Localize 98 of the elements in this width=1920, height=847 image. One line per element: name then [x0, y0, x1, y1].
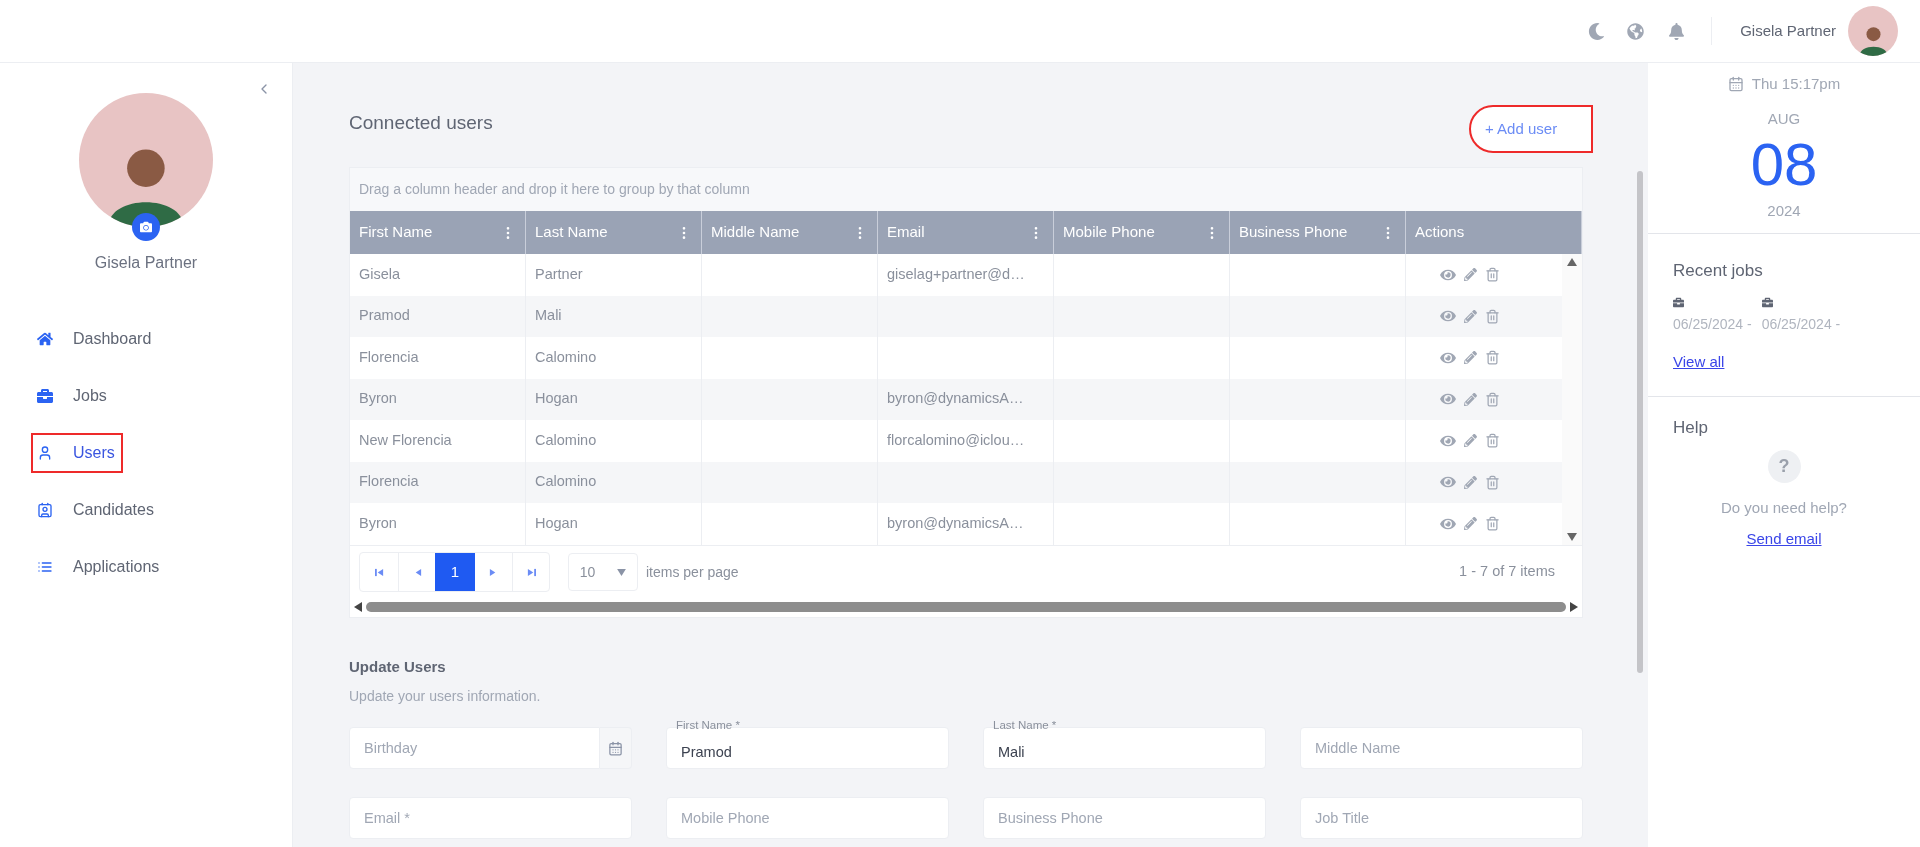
list-icon [37, 559, 53, 575]
view-icon[interactable] [1440, 267, 1456, 282]
table-cell-text: Gisela [359, 264, 401, 284]
current-time: Thu 15:17pm [1751, 74, 1841, 94]
nav-item[interactable]: Dashboard [33, 321, 158, 357]
dropdown-icon [617, 568, 626, 576]
calendar-icon [1727, 76, 1744, 93]
table-cell-text: Florencia [359, 472, 419, 492]
avatar [1848, 6, 1898, 56]
form-title: Update Users [349, 656, 447, 677]
delete-icon[interactable] [1485, 308, 1500, 324]
view-icon[interactable] [1440, 433, 1456, 448]
vertical-scrollbar[interactable] [1562, 254, 1582, 545]
table-cell-text: florcalomino@iclou… [887, 430, 1025, 450]
view-icon[interactable] [1440, 392, 1456, 407]
calendar-button[interactable] [600, 727, 632, 769]
month: AUG [1767, 108, 1801, 129]
next-icon [489, 567, 498, 577]
table-cell-text: Hogan [535, 513, 578, 533]
contact-card-icon [37, 502, 53, 518]
table-cell-text: Partner [535, 264, 583, 284]
help-text: Do you need help? [1721, 498, 1847, 518]
scroll-right-icon[interactable] [1570, 601, 1578, 612]
scroll-up-icon[interactable] [1567, 258, 1577, 266]
delete-icon[interactable] [1485, 516, 1500, 532]
view-all-link[interactable]: View all [1673, 351, 1725, 374]
add-user-button[interactable]: + Add user [1471, 107, 1591, 151]
view-icon[interactable] [1440, 309, 1456, 324]
home-icon [37, 331, 53, 347]
globe-icon[interactable] [1627, 22, 1645, 40]
table-cell-text: giselag+partner@d… [887, 264, 1025, 284]
pager-summary: 1 - 7 of 7 items [1459, 562, 1555, 582]
input-field[interactable]: Email * [349, 797, 632, 839]
table-cell-text: Calomino [535, 472, 597, 492]
page-size-label: items per page [646, 562, 739, 582]
table-cell-text: Calomino [535, 430, 597, 450]
page-size-select[interactable]: 10 [568, 553, 638, 591]
delete-icon[interactable] [1485, 350, 1500, 366]
delete-icon[interactable] [1485, 391, 1500, 407]
table-cell-text: Calomino [535, 347, 597, 367]
edit-icon[interactable] [1464, 392, 1477, 406]
help-icon: ? [1767, 450, 1801, 483]
table-cell-text: Mali [535, 306, 562, 326]
recent-jobs-title: Recent jobs [1673, 259, 1764, 282]
first-page-icon [374, 567, 384, 577]
edit-icon[interactable] [1464, 268, 1477, 282]
input-field[interactable]: Business Phone [983, 797, 1266, 839]
table-cell-text: Florencia [359, 347, 419, 367]
delete-icon[interactable] [1485, 474, 1500, 490]
year: 2024 [1767, 201, 1801, 221]
view-icon[interactable] [1440, 475, 1456, 490]
table-cell-text: byron@dynamicsA… [887, 389, 1024, 409]
calendar-icon [608, 740, 623, 756]
briefcase-icon [1673, 297, 1684, 308]
nav-item[interactable]: Applications [33, 549, 166, 585]
input-field[interactable]: Mobile Phone [666, 797, 949, 839]
edit-icon[interactable] [1464, 434, 1477, 448]
moon-icon[interactable] [1588, 22, 1606, 40]
delete-icon[interactable] [1485, 433, 1500, 449]
briefcase-icon [37, 388, 53, 404]
delete-icon[interactable] [1485, 267, 1500, 283]
table-cell-text: Byron [359, 389, 397, 409]
scroll-down-icon[interactable] [1567, 532, 1577, 541]
day: 08 [1750, 130, 1818, 200]
profile-name: Gisela Partner [94, 253, 198, 273]
scroll-left-icon[interactable] [354, 601, 362, 612]
bell-icon[interactable] [1668, 22, 1686, 40]
help-title: Help [1673, 416, 1709, 439]
input-field[interactable]: Job Title [1300, 797, 1583, 839]
page-button[interactable]: 1 [435, 553, 475, 591]
nav-item[interactable]: Users [33, 435, 121, 471]
user-name[interactable]: Gisela Partner [1740, 19, 1836, 43]
edit-icon[interactable] [1464, 309, 1477, 323]
camera-icon [140, 221, 152, 233]
date-field[interactable]: Birthday [349, 727, 600, 769]
nav-item[interactable]: Candidates [33, 492, 160, 528]
table-cell-text: New Florencia [359, 430, 452, 450]
edit-icon[interactable] [1464, 351, 1477, 365]
send-email-link[interactable]: Send email [1746, 527, 1822, 550]
user-icon [37, 445, 53, 461]
form-subtitle: Update your users information. [349, 687, 542, 706]
scrollbar-thumb[interactable] [366, 601, 1566, 612]
table-cell-text: Pramod [359, 306, 410, 326]
view-icon[interactable] [1440, 516, 1456, 531]
last-page-icon [526, 567, 536, 577]
briefcase-icon [1761, 297, 1773, 308]
nav-item[interactable]: Jobs [33, 378, 113, 414]
table-cell-text: byron@dynamicsA… [887, 513, 1024, 533]
edit-icon[interactable] [1464, 517, 1477, 531]
table-cell-text: Hogan [535, 389, 578, 409]
edit-icon[interactable] [1464, 475, 1477, 489]
input-field[interactable]: Middle Name [1300, 727, 1583, 769]
table-cell-text: Byron [359, 513, 397, 533]
group-panel: Drag a column header and drop it here to group by that column [350, 168, 1582, 211]
section-title: Connected users [349, 110, 493, 135]
page-scrollbar-thumb[interactable] [1637, 171, 1643, 673]
camera-button[interactable] [132, 213, 160, 241]
view-icon[interactable] [1440, 350, 1456, 365]
